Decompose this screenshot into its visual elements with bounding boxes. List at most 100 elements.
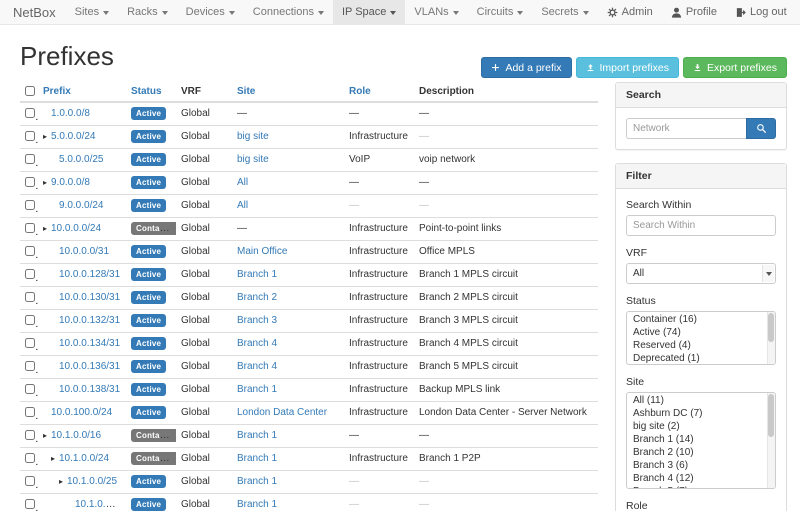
row-checkbox[interactable]	[25, 499, 35, 509]
select-option[interactable]: Deprecated (1)	[627, 353, 775, 365]
select-option[interactable]: Branch 2 (10)	[627, 447, 775, 460]
nav-item-secrets[interactable]: Secrets	[532, 0, 597, 24]
nav-item-devices[interactable]: Devices	[177, 0, 244, 24]
scrollbar-thumb[interactable]	[768, 394, 774, 437]
prefix-link[interactable]: 5.0.0.0/24	[51, 131, 95, 142]
app-brand[interactable]: NetBox	[7, 0, 66, 24]
row-checkbox[interactable]	[25, 384, 35, 394]
nav-item-circuits[interactable]: Circuits	[468, 0, 533, 24]
prefix-link[interactable]: 10.1.0.0/24	[59, 453, 109, 464]
nav-item-log-out[interactable]: Log out	[726, 0, 796, 24]
nav-item-vlans[interactable]: VLANs	[405, 0, 467, 24]
prefix-link[interactable]: 10.0.0.136/31	[59, 361, 120, 372]
expand-arrow-icon[interactable]: ▸	[43, 430, 51, 442]
prefix-link[interactable]: 10.0.0.134/31	[59, 338, 120, 349]
prefix-link[interactable]: 10.1.0.0/26	[75, 499, 125, 510]
nav-item-profile[interactable]: Profile	[662, 0, 726, 24]
prefix-link[interactable]: 10.0.100.0/24	[51, 407, 112, 418]
select-option[interactable]: Active (74)	[627, 327, 775, 340]
site-link[interactable]: Branch 1	[237, 453, 277, 464]
search-input[interactable]	[626, 118, 746, 139]
row-checkbox[interactable]	[25, 154, 35, 164]
select-option[interactable]: Reserved (4)	[627, 340, 775, 353]
export-prefix-button[interactable]: Export prefixes	[683, 57, 787, 78]
select-option[interactable]: big site (2)	[627, 421, 775, 434]
nav-item-sites[interactable]: Sites	[66, 0, 118, 24]
site-link[interactable]: big site	[237, 154, 269, 165]
prefix-link[interactable]: 10.1.0.0/16	[51, 430, 101, 441]
site-link[interactable]: Branch 1	[237, 384, 277, 395]
row-checkbox[interactable]	[25, 476, 35, 486]
select-option[interactable]: All (11)	[627, 395, 775, 408]
row-checkbox[interactable]	[25, 223, 35, 233]
row-checkbox[interactable]	[25, 338, 35, 348]
vrf-select[interactable]: All	[626, 263, 776, 284]
search-button[interactable]	[746, 118, 776, 139]
nav-item-admin[interactable]: Admin	[598, 0, 662, 24]
row-checkbox[interactable]	[25, 315, 35, 325]
site-link[interactable]: All	[237, 200, 248, 211]
prefix-link[interactable]: 10.0.0.0/24	[51, 223, 101, 234]
scrollbar[interactable]	[767, 312, 775, 364]
import-prefix-button[interactable]: Import prefixes	[576, 57, 679, 78]
site-link[interactable]: London Data Center	[237, 407, 327, 418]
nav-item-ip-space[interactable]: IP Space	[333, 0, 405, 24]
prefix-link[interactable]: 10.0.0.130/31	[59, 292, 120, 303]
column-header-status[interactable]: Status	[126, 82, 176, 102]
prefix-link[interactable]: 9.0.0.0/24	[59, 200, 103, 211]
prefix-link[interactable]: 10.0.0.138/31	[59, 384, 120, 395]
site-link[interactable]: Branch 2	[237, 292, 277, 303]
site-link[interactable]: Branch 1	[237, 499, 277, 510]
prefix-link[interactable]: 10.0.0.132/31	[59, 315, 120, 326]
expand-arrow-icon[interactable]: ▸	[43, 223, 51, 235]
row-checkbox[interactable]	[25, 361, 35, 371]
select-option[interactable]: Branch 1 (14)	[627, 434, 775, 447]
row-checkbox[interactable]	[25, 453, 35, 463]
row-checkbox[interactable]	[25, 200, 35, 210]
select-option[interactable]: Container (16)	[627, 314, 775, 327]
scrollbar-thumb[interactable]	[768, 313, 774, 342]
row-checkbox[interactable]	[25, 430, 35, 440]
prefix-link[interactable]: 5.0.0.0/25	[59, 154, 103, 165]
status-multiselect[interactable]: Container (16)Active (74)Reserved (4)Dep…	[626, 311, 776, 365]
site-link[interactable]: Branch 4	[237, 361, 277, 372]
row-checkbox[interactable]	[25, 131, 35, 141]
expand-arrow-icon[interactable]: ▸	[43, 177, 51, 189]
column-header-role[interactable]: Role	[344, 82, 414, 102]
site-link[interactable]: All	[237, 177, 248, 188]
search-within-input[interactable]	[626, 215, 776, 236]
prefix-link[interactable]: 1.0.0.0/8	[51, 108, 90, 119]
site-link[interactable]: big site	[237, 131, 269, 142]
select-all-checkbox[interactable]	[25, 86, 35, 96]
prefix-link[interactable]: 10.1.0.0/25	[67, 476, 117, 487]
site-link[interactable]: Branch 1	[237, 476, 277, 487]
prefix-link[interactable]: 9.0.0.0/8	[51, 177, 90, 188]
site-link[interactable]: Branch 3	[237, 315, 277, 326]
site-link[interactable]: Branch 1	[237, 269, 277, 280]
select-option[interactable]: Branch 4 (12)	[627, 473, 775, 486]
nav-item-racks[interactable]: Racks	[118, 0, 177, 24]
select-option[interactable]: Branch 5 (7)	[627, 486, 775, 489]
select-option[interactable]: Branch 3 (6)	[627, 460, 775, 473]
row-checkbox[interactable]	[25, 292, 35, 302]
site-link[interactable]: Branch 1	[237, 430, 277, 441]
row-checkbox[interactable]	[25, 108, 35, 118]
expand-arrow-icon[interactable]: ▸	[51, 453, 59, 465]
row-checkbox[interactable]	[25, 407, 35, 417]
select-option[interactable]: Ashburn DC (7)	[627, 408, 775, 421]
row-checkbox[interactable]	[25, 246, 35, 256]
add-prefix-button[interactable]: Add a prefix	[481, 57, 571, 78]
expand-arrow-icon[interactable]: ▸	[59, 476, 67, 488]
column-header-site[interactable]: Site	[232, 82, 344, 102]
expand-arrow-icon[interactable]: ▸	[43, 131, 51, 143]
nav-item-connections[interactable]: Connections	[244, 0, 333, 24]
site-multiselect[interactable]: All (11)Ashburn DC (7)big site (2)Branch…	[626, 392, 776, 489]
site-link[interactable]: Main Office	[237, 246, 287, 257]
column-header-prefix[interactable]: Prefix	[38, 82, 126, 102]
site-link[interactable]: Branch 4	[237, 338, 277, 349]
scrollbar[interactable]	[767, 393, 775, 488]
row-checkbox[interactable]	[25, 269, 35, 279]
prefix-link[interactable]: 10.0.0.0/31	[59, 246, 109, 257]
prefix-link[interactable]: 10.0.0.128/31	[59, 269, 120, 280]
row-checkbox[interactable]	[25, 177, 35, 187]
